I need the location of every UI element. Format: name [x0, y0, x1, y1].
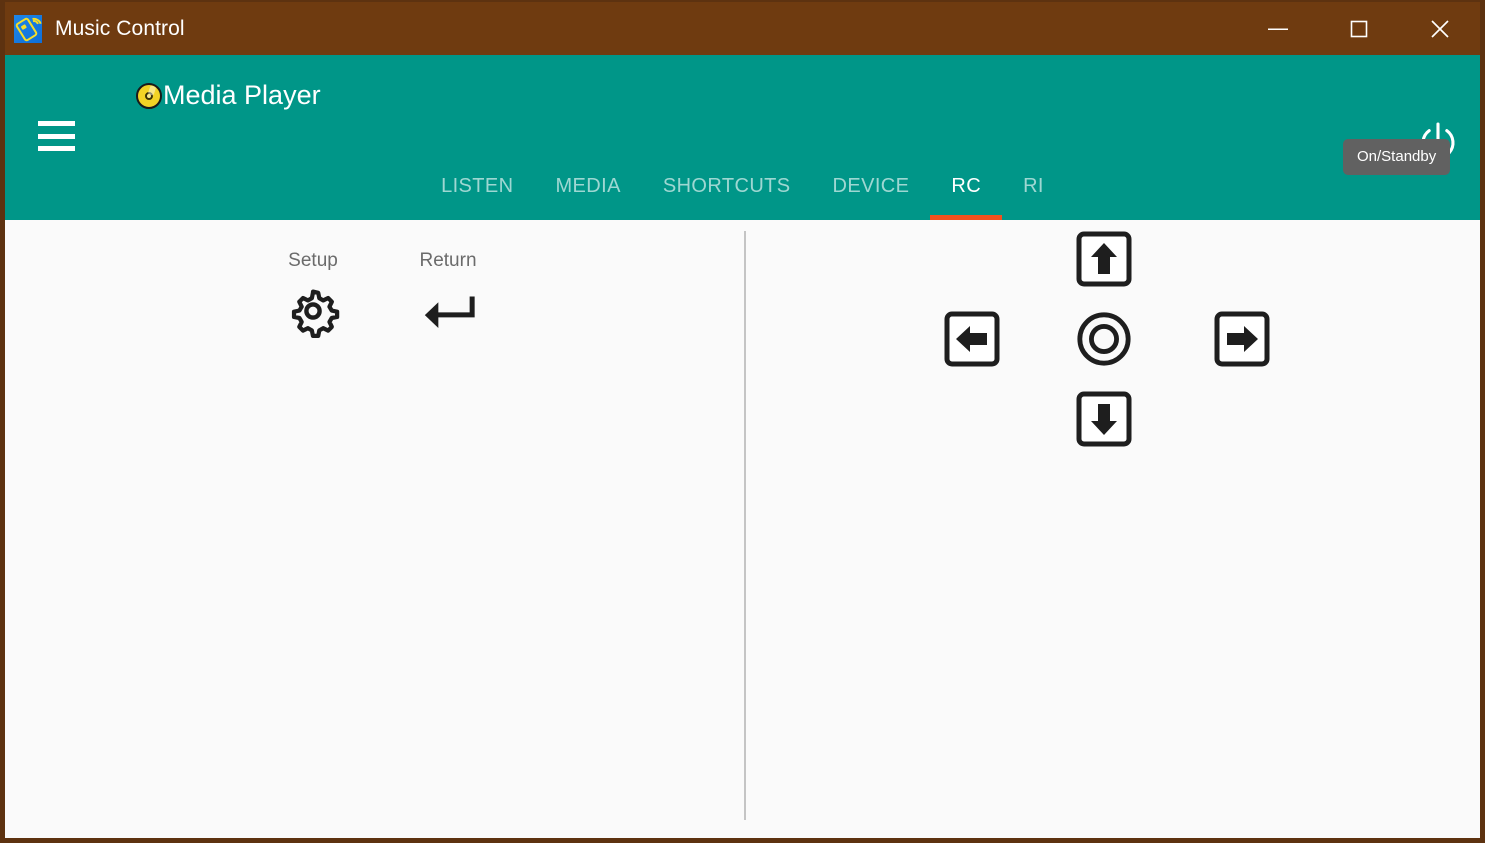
- dpad-group: [943, 230, 1343, 470]
- close-button[interactable]: [1399, 2, 1480, 55]
- tab-label: DEVICE: [832, 174, 910, 197]
- maximize-button[interactable]: [1318, 2, 1399, 55]
- setup-button[interactable]: Setup: [253, 250, 373, 338]
- dpad-left-button[interactable]: [943, 310, 1001, 368]
- remote-control-icon: [14, 14, 45, 43]
- gear-icon: [285, 287, 341, 338]
- compact-disc-icon: [136, 82, 162, 109]
- tab-label: MEDIA: [555, 174, 621, 197]
- window-title: Music Control: [55, 16, 185, 40]
- app-bar: Media Player LISTEN MEDIA SHORTCUTS DEVI…: [5, 55, 1480, 220]
- tab-shortcuts[interactable]: SHORTCUTS: [642, 152, 812, 220]
- rc-panel: Setup Return: [5, 220, 1480, 838]
- setup-label: Setup: [288, 250, 338, 271]
- return-button[interactable]: Return: [388, 251, 508, 335]
- tab-device[interactable]: DEVICE: [812, 152, 931, 220]
- dpad-right-button[interactable]: [1213, 310, 1271, 368]
- tab-bar: LISTEN MEDIA SHORTCUTS DEVICE RC RI: [5, 152, 1480, 220]
- vertical-divider: [744, 231, 746, 820]
- tab-rc[interactable]: RC: [930, 152, 1002, 220]
- dpad-down-button[interactable]: [1075, 390, 1133, 448]
- return-label: Return: [419, 250, 477, 271]
- tab-listen[interactable]: LISTEN: [420, 152, 534, 220]
- minimize-button[interactable]: [1237, 2, 1318, 55]
- title-bar: Music Control: [5, 2, 1480, 55]
- hamburger-menu-icon[interactable]: [38, 121, 75, 151]
- tab-label: LISTEN: [441, 174, 514, 197]
- tab-media[interactable]: MEDIA: [535, 152, 642, 220]
- device-title-group: Media Player: [136, 80, 321, 111]
- return-arrow-icon: [420, 287, 476, 335]
- dpad-up-button[interactable]: [1075, 230, 1133, 288]
- tab-ri[interactable]: RI: [1002, 152, 1065, 220]
- dpad-enter-button[interactable]: [1075, 310, 1133, 368]
- power-tooltip: On/Standby: [1343, 139, 1451, 175]
- tab-label: RC: [951, 174, 982, 197]
- device-name: Media Player: [163, 80, 321, 110]
- tab-label: SHORTCUTS: [662, 174, 791, 197]
- window-controls: [1237, 2, 1480, 55]
- tab-label: RI: [1023, 174, 1044, 197]
- application-window: Music Control Media Player LISTEN MEDIA …: [0, 0, 1485, 843]
